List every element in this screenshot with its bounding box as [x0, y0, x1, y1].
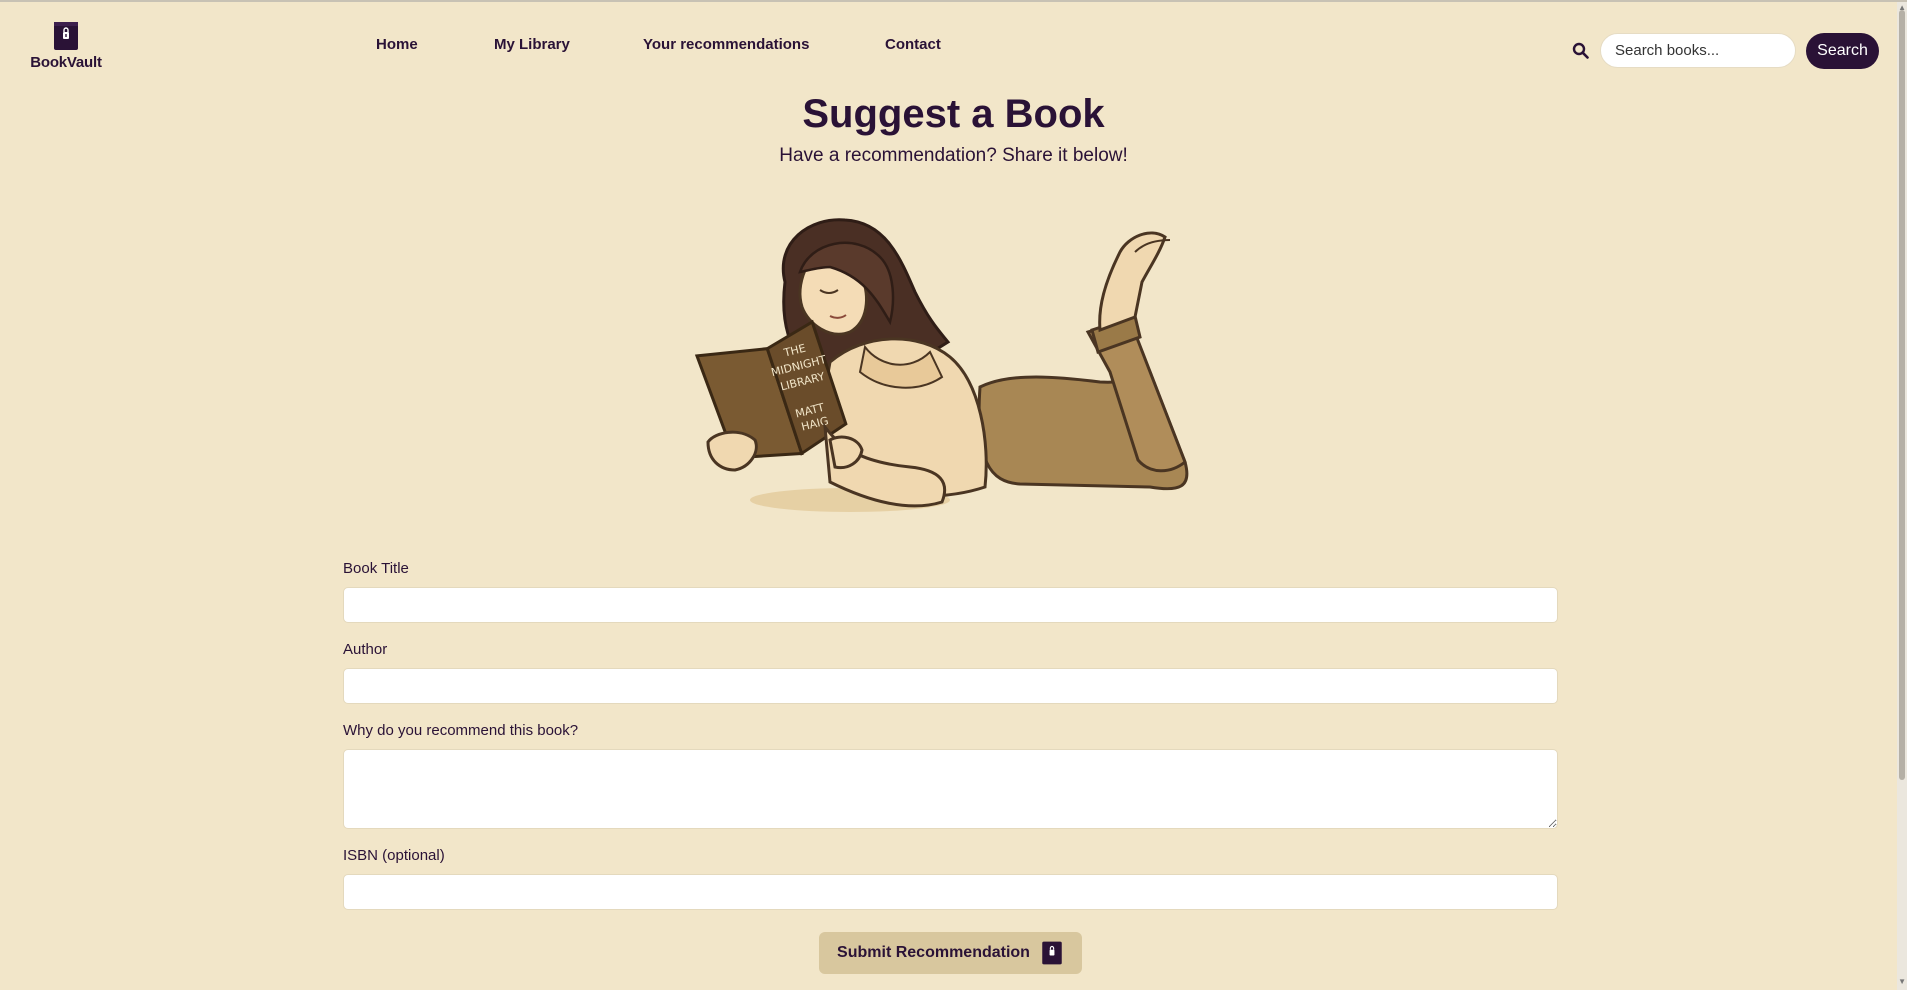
reading-woman-illustration: THE MIDNIGHT LIBRARY MATT HAIG [694, 218, 1189, 512]
book-lock-icon [54, 22, 78, 50]
author-label: Author [343, 641, 388, 658]
nav-your-recommendations[interactable]: Your recommendations [643, 36, 809, 53]
search-input[interactable] [1600, 33, 1796, 68]
book-title-input[interactable] [343, 587, 1558, 623]
nav-home[interactable]: Home [376, 36, 418, 53]
reason-label: Why do you recommend this book? [343, 722, 579, 739]
brand-logo[interactable]: BookVault [28, 20, 104, 71]
author-input[interactable] [343, 668, 1558, 704]
search-button[interactable]: Search [1806, 33, 1879, 69]
scroll-down-arrow-icon[interactable]: ▼ [1898, 978, 1906, 986]
brand-name: BookVault [30, 54, 102, 71]
submit-label: Submit Recommendation [837, 944, 1030, 961]
isbn-label: ISBN (optional) [343, 847, 445, 864]
search-icon[interactable] [1572, 42, 1589, 59]
scrollbar-thumb[interactable] [1899, 10, 1905, 780]
page-scrollbar[interactable] [1897, 2, 1907, 990]
nav-my-library[interactable]: My Library [494, 36, 570, 53]
submit-recommendation-button[interactable]: Submit Recommendation [819, 932, 1082, 974]
scroll-up-arrow-icon[interactable]: ▲ [1898, 4, 1906, 12]
nav-contact[interactable]: Contact [885, 36, 941, 53]
page-subtitle: Have a recommendation? Share it below! [779, 145, 1128, 166]
book-title-label: Book Title [343, 560, 409, 577]
reason-textarea[interactable] [343, 749, 1558, 829]
book-lock-icon [1042, 941, 1062, 965]
window-top-border [0, 0, 1907, 2]
page-title: Suggest a Book [802, 92, 1105, 136]
isbn-input[interactable] [343, 874, 1558, 910]
